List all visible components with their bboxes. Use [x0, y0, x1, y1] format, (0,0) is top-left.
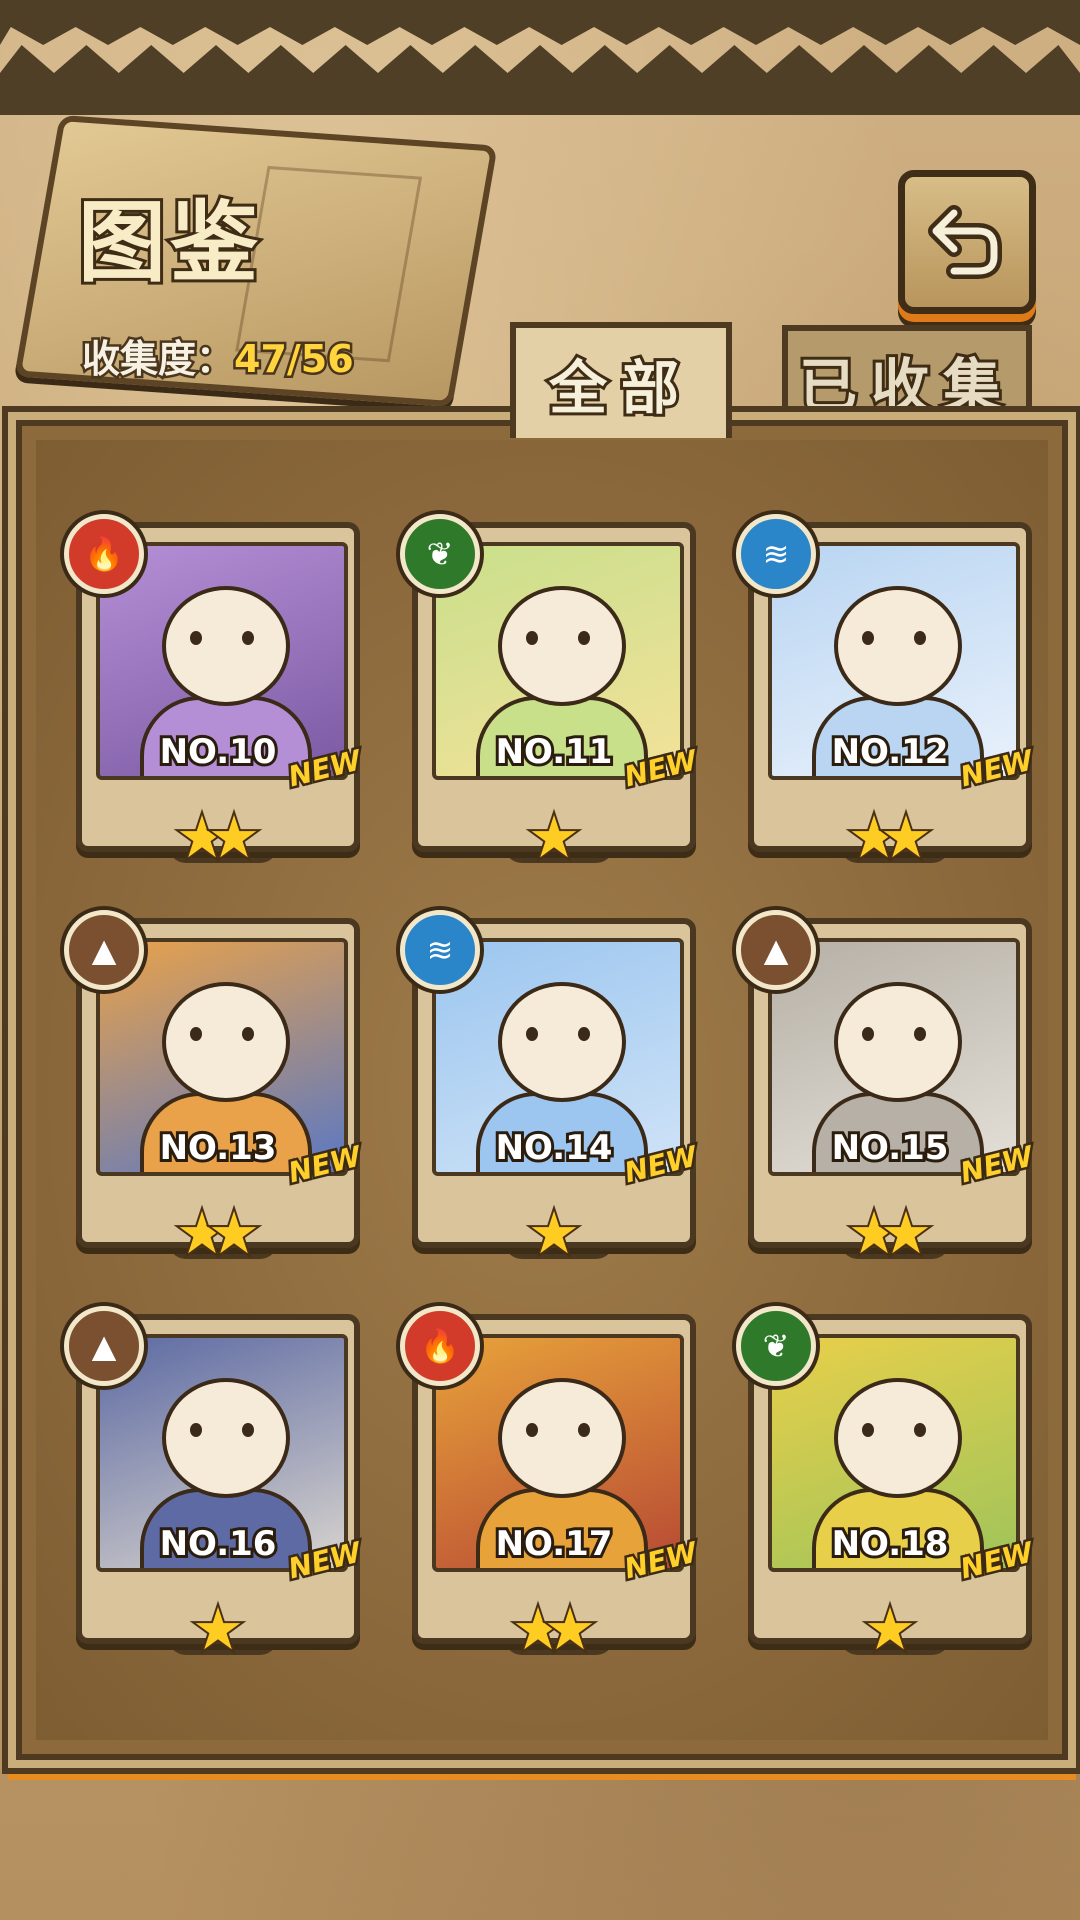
- star-rating: ★ ★: [412, 1595, 696, 1663]
- portrait-eyes: [862, 1027, 926, 1041]
- monster-card[interactable]: ❦ NO.11 NEW ★: [400, 514, 703, 871]
- star-rating: ★: [748, 1595, 1032, 1663]
- water-element-icon: ≋: [736, 514, 816, 594]
- portrait-head: [834, 1378, 962, 1498]
- star-rating: ★: [412, 1199, 696, 1267]
- portrait-eyes: [862, 631, 926, 645]
- collection-progress: 收集度：47/56: [79, 328, 357, 384]
- return-arrow-icon: [928, 205, 1002, 279]
- monster-card[interactable]: ≋ NO.12 NEW ★ ★: [736, 514, 1039, 871]
- portrait-eyes: [862, 1423, 926, 1437]
- portrait-head: [162, 586, 290, 706]
- portrait-eyes: [190, 631, 254, 645]
- back-button[interactable]: [898, 170, 1036, 314]
- star-rating: ★: [412, 803, 696, 871]
- portrait-eyes: [190, 1423, 254, 1437]
- card-grid[interactable]: 🔥 NO.10 NEW ★ ★ ❦ NO.11 NEW ★ ≋ NO.12 NEW ★ ★ ▲ NO.13 NE…: [36, 440, 1048, 1740]
- bottom-border-decoration: [0, 45, 1080, 115]
- portrait-eyes: [526, 631, 590, 645]
- collection-count: 47/56: [232, 335, 357, 384]
- fire-element-icon: 🔥: [400, 1306, 480, 1386]
- water-element-icon: ≋: [400, 910, 480, 990]
- tab-all[interactable]: 全部: [510, 322, 732, 438]
- star-icon: ★: [190, 1595, 246, 1663]
- portrait-eyes: [190, 1027, 254, 1041]
- portrait-head: [498, 982, 626, 1102]
- star-icon: ★: [206, 1199, 262, 1267]
- nature-element-icon: ❦: [736, 1306, 816, 1386]
- portrait-head: [162, 982, 290, 1102]
- star-icon: ★: [526, 1199, 582, 1267]
- star-rating: ★ ★: [748, 803, 1032, 871]
- monster-card[interactable]: 🔥 NO.17 NEW ★ ★: [400, 1306, 703, 1663]
- earth-element-icon: ▲: [736, 910, 816, 990]
- monster-card[interactable]: ▲ NO.16 NEW ★: [64, 1306, 367, 1663]
- page-title: 图鉴: [75, 187, 263, 297]
- star-icon: ★: [878, 803, 934, 871]
- star-rating: ★ ★: [748, 1199, 1032, 1267]
- collection-label: 收集度：: [79, 335, 236, 384]
- monster-card[interactable]: ❦ NO.18 NEW ★: [736, 1306, 1039, 1663]
- nature-element-icon: ❦: [400, 514, 480, 594]
- portrait-head: [834, 982, 962, 1102]
- portrait-head: [498, 586, 626, 706]
- star-icon: ★: [526, 803, 582, 871]
- star-icon: ★: [862, 1595, 918, 1663]
- portrait-head: [834, 586, 962, 706]
- monster-card[interactable]: ▲ NO.13 NEW ★ ★: [64, 910, 367, 1267]
- portrait-eyes: [526, 1423, 590, 1437]
- star-icon: ★: [206, 803, 262, 871]
- star-icon: ★: [542, 1595, 598, 1663]
- monster-card[interactable]: ≋ NO.14 NEW ★: [400, 910, 703, 1267]
- portrait-head: [162, 1378, 290, 1498]
- star-rating: ★: [76, 1595, 360, 1663]
- monster-card[interactable]: ▲ NO.15 NEW ★ ★: [736, 910, 1039, 1267]
- star-icon: ★: [878, 1199, 934, 1267]
- collection-panel: 🔥 NO.10 NEW ★ ★ ❦ NO.11 NEW ★ ≋ NO.12 NEW ★ ★ ▲ NO.13 NE…: [8, 412, 1076, 1768]
- portrait-head: [498, 1378, 626, 1498]
- monster-card[interactable]: 🔥 NO.10 NEW ★ ★: [64, 514, 367, 871]
- earth-element-icon: ▲: [64, 1306, 144, 1386]
- star-rating: ★ ★: [76, 1199, 360, 1267]
- star-rating: ★ ★: [76, 803, 360, 871]
- fire-element-icon: 🔥: [64, 514, 144, 594]
- earth-element-icon: ▲: [64, 910, 144, 990]
- portrait-eyes: [526, 1027, 590, 1041]
